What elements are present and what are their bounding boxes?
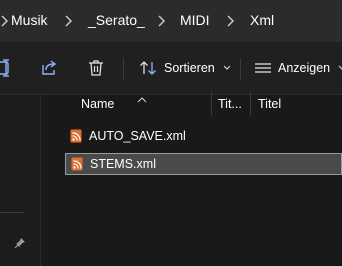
- nav-divider: [0, 212, 24, 213]
- chevron-right-icon[interactable]: [224, 14, 236, 28]
- trash-icon: [88, 59, 104, 77]
- sort-icon: [139, 59, 157, 77]
- command-bar: Sortieren Anzeigen: [0, 42, 342, 95]
- rename-button[interactable]: [0, 55, 12, 81]
- file-row-selected[interactable]: STEMS.xml: [65, 153, 342, 175]
- chevron-right-icon[interactable]: [155, 14, 167, 28]
- sort-label: Sortieren: [164, 61, 215, 75]
- file-name: AUTO_SAVE.xml: [89, 129, 186, 143]
- xml-file-icon: [70, 129, 82, 143]
- pin-icon[interactable]: [14, 236, 26, 254]
- share-icon: [40, 59, 58, 77]
- column-separator[interactable]: [250, 92, 251, 116]
- breadcrumb-item-serato[interactable]: _Serato_: [88, 12, 145, 28]
- column-header-name[interactable]: Name: [81, 97, 114, 111]
- chevron-down-icon: [223, 65, 231, 71]
- sort-ascending-icon: [137, 90, 147, 108]
- sort-button[interactable]: Sortieren: [139, 55, 231, 81]
- delete-button[interactable]: [88, 55, 104, 81]
- breadcrumb-item-xml[interactable]: Xml: [250, 12, 274, 28]
- column-header-title-short[interactable]: Tit...: [218, 97, 242, 111]
- view-button[interactable]: Anzeigen: [255, 55, 342, 81]
- chevron-right-icon[interactable]: [62, 14, 74, 28]
- rename-icon: [0, 58, 12, 78]
- file-name: STEMS.xml: [90, 157, 156, 171]
- chevron-down-icon: [338, 65, 342, 71]
- view-list-icon: [255, 61, 271, 75]
- view-label: Anzeigen: [278, 61, 331, 75]
- toolbar-divider: [240, 58, 241, 80]
- chevron-right-icon[interactable]: [0, 14, 10, 28]
- xml-file-icon: [71, 157, 83, 171]
- file-explorer-window: Musik _Serato_ MIDI Xml Sortieren Anzeig…: [0, 0, 342, 266]
- column-header-title[interactable]: Titel: [258, 97, 281, 111]
- toolbar-divider: [123, 58, 124, 80]
- breadcrumb-item-midi[interactable]: MIDI: [180, 12, 210, 28]
- file-row[interactable]: AUTO_SAVE.xml: [65, 125, 342, 147]
- share-button[interactable]: [40, 55, 58, 81]
- breadcrumb: Musik _Serato_ MIDI Xml: [0, 0, 342, 42]
- pane-splitter[interactable]: [40, 95, 41, 266]
- breadcrumb-item-musik[interactable]: Musik: [11, 12, 48, 28]
- column-separator[interactable]: [211, 92, 212, 116]
